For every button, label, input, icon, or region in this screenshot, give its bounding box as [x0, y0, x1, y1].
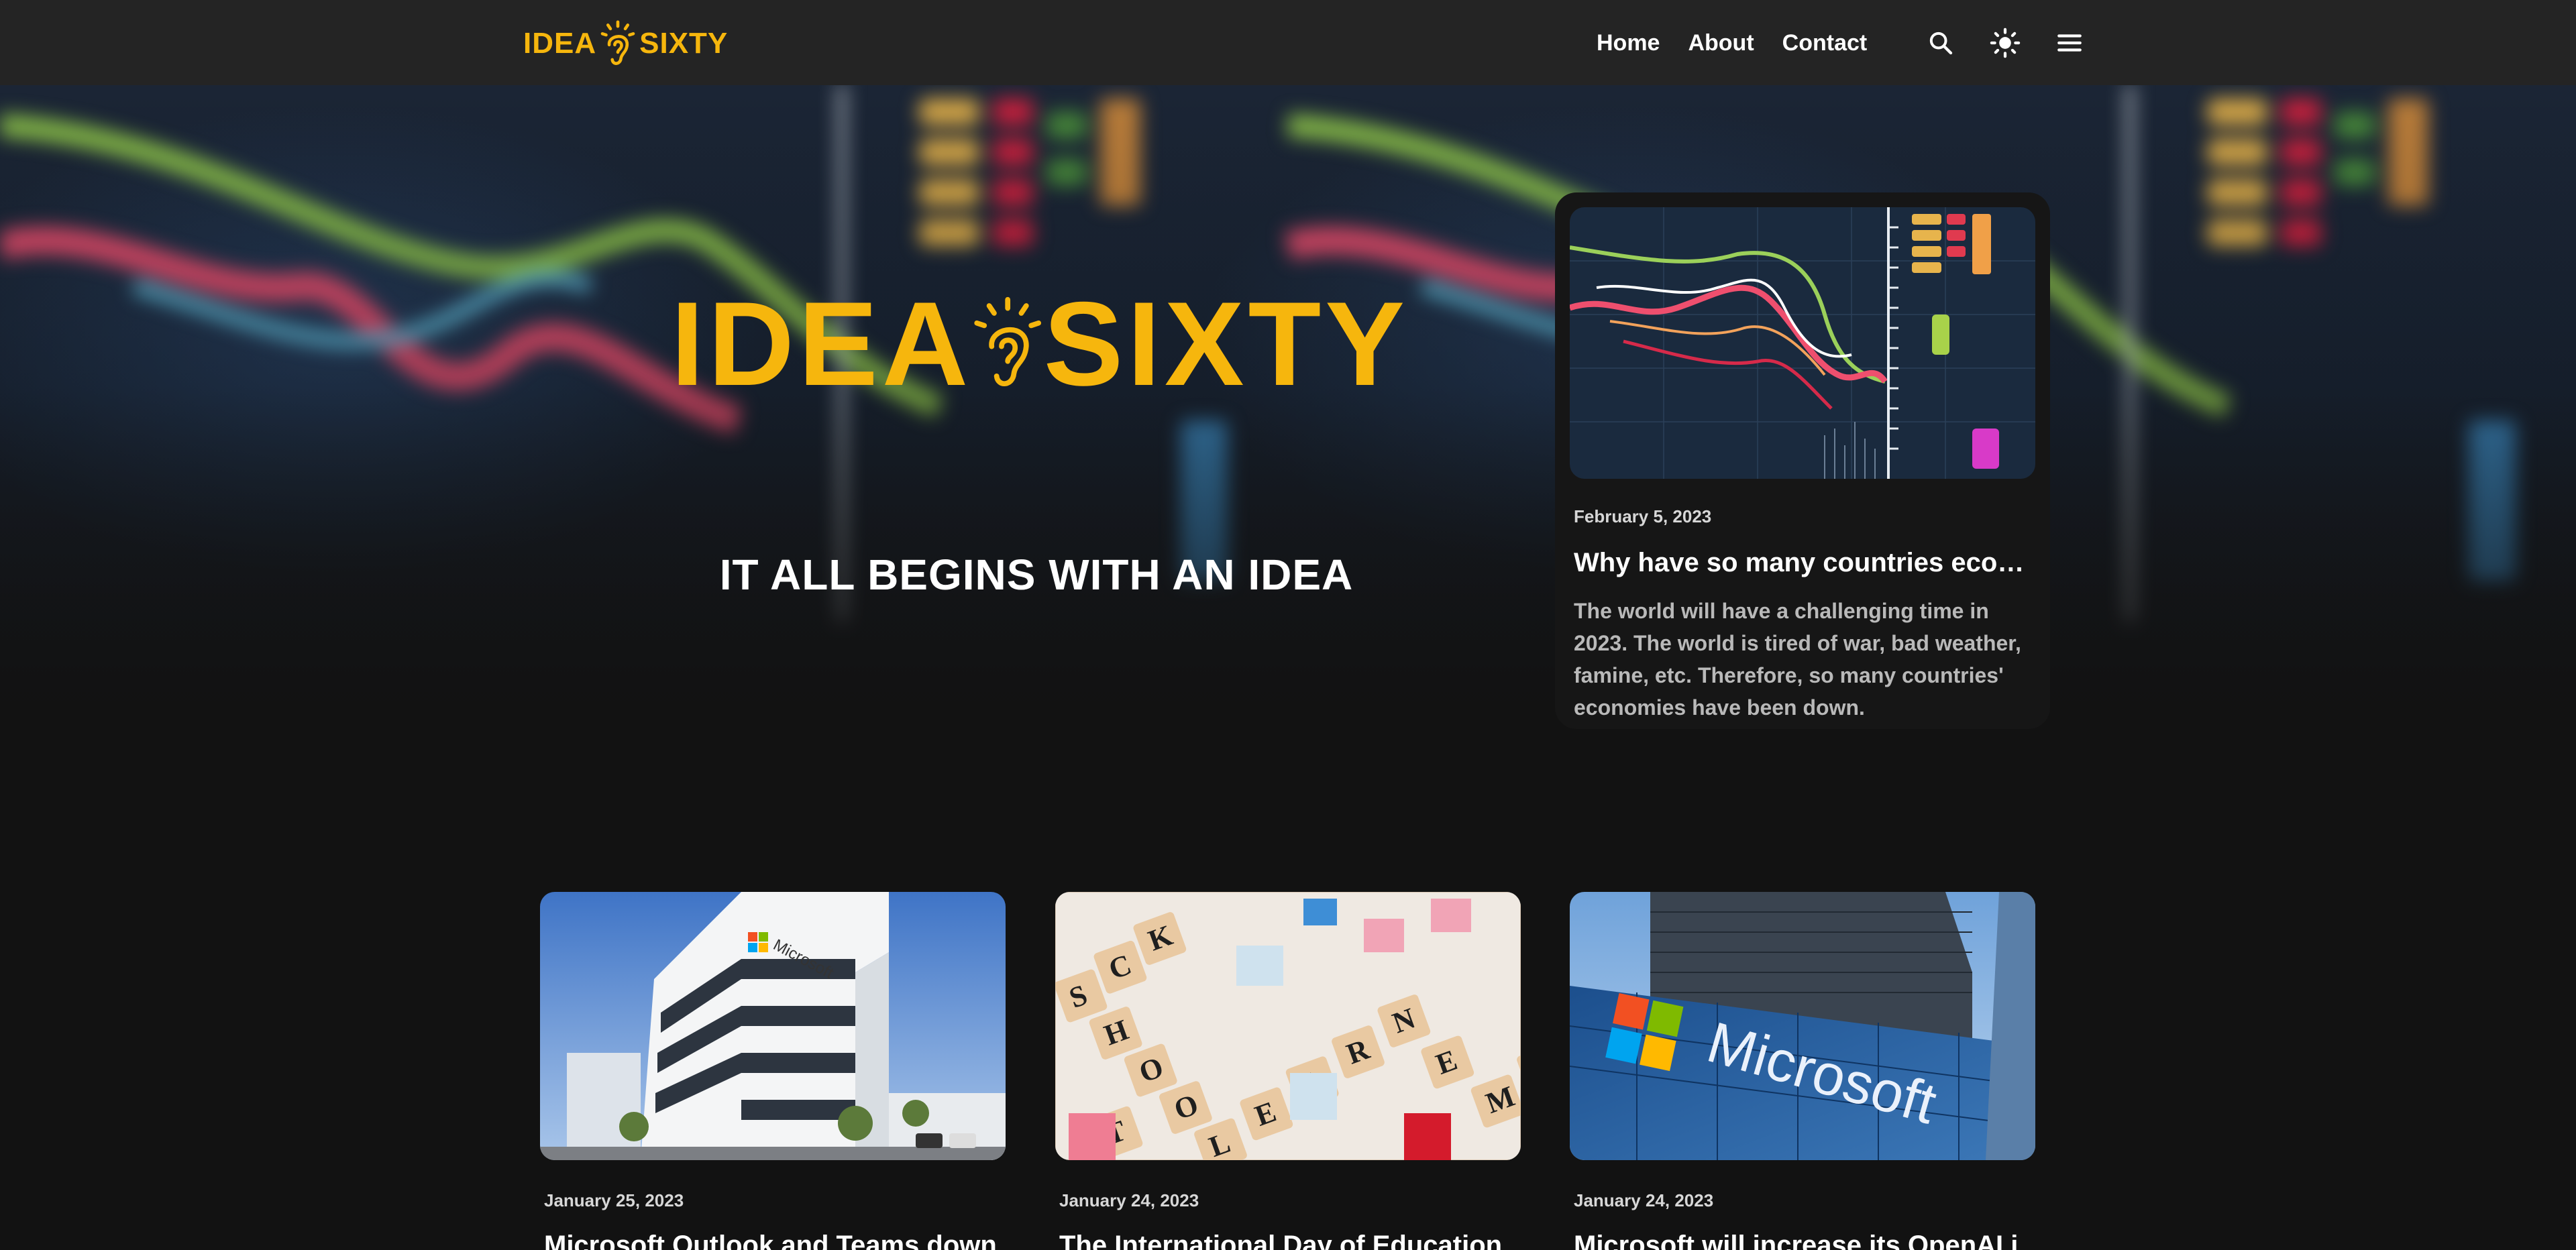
hero-section: IDEA SIXTY IT ALL BEGINS WITH AN IDEA [0, 85, 2576, 756]
search-icon [1930, 32, 1953, 55]
post-date: January 24, 2023 [1059, 1190, 1199, 1210]
menu-icon [2057, 34, 2082, 52]
featured-post-card[interactable]: February 5, 2023 Why have so many countr… [1555, 192, 2050, 729]
hero-tagline: IT ALL BEGINS WITH AN IDEA [719, 551, 1354, 599]
post-date: January 25, 2023 [544, 1190, 684, 1210]
logo-text-left: IDEA [523, 27, 597, 60]
post-card[interactable]: S C K H O O L E A R N E M A T T [1055, 892, 1521, 1250]
hero-logo: IDEA SIXTY [671, 250, 1409, 438]
post-date: January 24, 2023 [1574, 1190, 1714, 1210]
sun-icon [1990, 27, 2021, 58]
post-card[interactable]: Microsoft January 24, 2023 Microsoft wil… [1570, 892, 2035, 1250]
post-card[interactable]: Microsoft January 25, 2023 Microsoft Out… [540, 892, 1006, 1250]
site-logo[interactable]: IDEA SIXTY [523, 20, 728, 67]
featured-post-description: The world will have a challenging time i… [1574, 599, 2021, 720]
nav-contact-link[interactable]: Contact [1782, 30, 1868, 56]
featured-post-image[interactable] [1570, 207, 2035, 479]
featured-post-date: February 5, 2023 [1574, 506, 1712, 526]
menu-button[interactable] [2051, 24, 2088, 62]
ear-bulb-icon [600, 20, 635, 65]
ear-bulb-icon [974, 296, 1042, 386]
main-nav: Home About Contact [1597, 24, 2088, 62]
post-image-microsoft-glass-building[interactable]: Microsoft [1570, 892, 2035, 1160]
post-image-scrabble-tiles[interactable]: S C K H O O L E A R N E M A T T [1055, 892, 1521, 1160]
hero-logo-text-left: IDEA [671, 277, 973, 410]
theme-toggle-button[interactable] [1986, 24, 2024, 62]
nav-home-link[interactable]: Home [1597, 30, 1660, 56]
post-title[interactable]: Microsoft Outlook and Teams down [544, 1231, 1007, 1250]
hero-logo-text-right: SIXTY [1043, 277, 1409, 410]
search-button[interactable] [1922, 24, 1960, 62]
navbar: IDEA SIXTY Home About Contact [0, 0, 2576, 85]
post-title[interactable]: The International Day of Education [1059, 1231, 1522, 1250]
featured-post-title[interactable]: Why have so many countries econo… [1574, 548, 2037, 578]
logo-text-right: SIXTY [639, 27, 729, 60]
post-title[interactable]: Microsoft will increase its OpenAI i [1574, 1231, 2037, 1250]
post-image-microsoft-building[interactable]: Microsoft [540, 892, 1006, 1160]
nav-about-link[interactable]: About [1688, 30, 1754, 56]
